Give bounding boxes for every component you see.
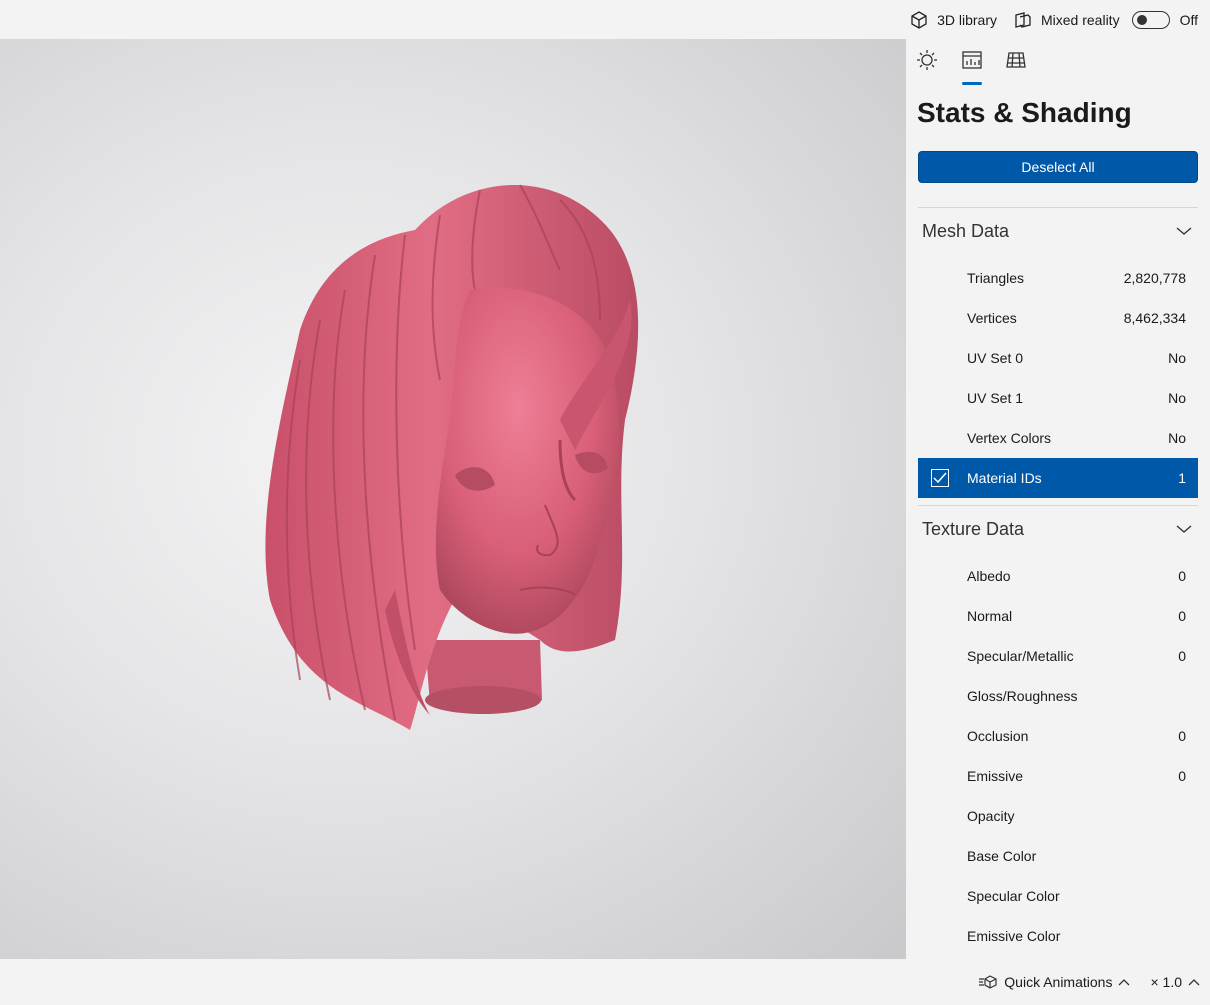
row-value: No [1168, 350, 1186, 366]
mixed-reality-toggle[interactable] [1131, 10, 1170, 29]
row-checkbox[interactable] [931, 469, 949, 487]
3d-library-label: 3D library [937, 11, 997, 28]
panel-title: Stats & Shading [917, 97, 1132, 128]
row-label: Triangles [967, 270, 1025, 286]
row-label: Specular Color [967, 888, 1060, 904]
mesh-stat-row[interactable]: Material IDs 1 [918, 458, 1198, 498]
speed-button[interactable]: × 1.0 [1140, 959, 1210, 1005]
row-label: Occlusion [967, 728, 1029, 744]
mixed-reality-button[interactable]: Mixed reality [1005, 0, 1128, 39]
texture-stat-row[interactable]: Normal 0 [918, 596, 1198, 636]
texture-stat-row[interactable]: Gloss/Roughness [918, 676, 1198, 716]
lighting-icon [917, 50, 937, 70]
row-checkbox[interactable] [931, 607, 949, 625]
row-value: 0 [1178, 648, 1186, 664]
row-checkbox[interactable] [931, 887, 949, 905]
stats-shading-panel: Stats & Shading Deselect All Mesh Data T… [906, 39, 1210, 959]
panel-tabs [906, 39, 1210, 87]
row-label: Opacity [967, 808, 1015, 824]
row-checkbox[interactable] [931, 429, 949, 447]
divider [918, 505, 1198, 506]
3d-library-button[interactable]: 3D library [901, 0, 1005, 39]
texture-stat-row[interactable]: Occlusion 0 [918, 716, 1198, 756]
tab-grid[interactable] [1004, 49, 1028, 83]
row-checkbox[interactable] [931, 727, 949, 745]
row-value: 1 [1178, 470, 1186, 486]
row-value: 0 [1178, 608, 1186, 624]
chevron-up-icon [1119, 979, 1130, 986]
deselect-all-button[interactable]: Deselect All [918, 151, 1198, 183]
texture-stat-row[interactable]: Base Color [918, 836, 1198, 876]
texture-stat-row[interactable]: Emissive 0 [918, 756, 1198, 796]
row-label: Material IDs [967, 470, 1042, 486]
texture-stat-row[interactable]: Albedo 0 [918, 556, 1198, 596]
row-label: Emissive Color [967, 928, 1061, 944]
3d-model-head[interactable] [0, 39, 906, 959]
row-checkbox[interactable] [931, 269, 949, 287]
bottom-bar: Quick Animations × 1.0 [0, 959, 1210, 1005]
row-checkbox[interactable] [931, 687, 949, 705]
row-label: Normal [967, 608, 1013, 624]
speed-label: × 1.0 [1150, 974, 1182, 990]
texture-stat-row[interactable]: Specular Color [918, 876, 1198, 916]
row-label: Gloss/Roughness [967, 688, 1078, 704]
animation-icon [979, 975, 997, 989]
toggle-state-label: Off [1179, 11, 1198, 28]
row-label: UV Set 0 [967, 350, 1024, 366]
chevron-down-icon [1176, 525, 1192, 533]
quick-animations-label: Quick Animations [1004, 974, 1113, 990]
mixed-reality-icon [1015, 11, 1031, 28]
checkmark-icon [933, 472, 947, 484]
texture-stat-row[interactable]: Opacity [918, 796, 1198, 836]
row-label: Specular/Metallic [967, 648, 1074, 664]
mesh-stat-row[interactable]: UV Set 1 No [918, 378, 1198, 418]
3d-viewport[interactable] [0, 39, 906, 959]
mesh-stat-row[interactable]: Vertices 8,462,334 [918, 298, 1198, 338]
row-value: 0 [1178, 728, 1186, 744]
row-value: No [1168, 390, 1186, 406]
row-value: No [1168, 430, 1186, 446]
mixed-reality-label: Mixed reality [1040, 11, 1120, 28]
cube-icon [911, 10, 927, 29]
mesh-data-title: Mesh Data [922, 220, 1010, 241]
chevron-up-icon [1188, 979, 1200, 986]
chevron-down-icon [1176, 227, 1192, 235]
row-checkbox[interactable] [931, 567, 949, 585]
texture-stat-row[interactable]: Emissive Color [918, 916, 1198, 956]
row-value: 0 [1178, 768, 1186, 784]
row-label: Albedo [967, 568, 1011, 584]
top-bar: 3D library Mixed reality Off [0, 0, 1210, 39]
row-checkbox[interactable] [931, 927, 949, 945]
tab-lighting[interactable] [915, 49, 939, 83]
mesh-stat-row[interactable]: UV Set 0 No [918, 338, 1198, 378]
row-checkbox[interactable] [931, 767, 949, 785]
tab-stats[interactable] [960, 49, 984, 85]
row-value: 8,462,334 [1123, 310, 1186, 326]
stats-icon [962, 51, 982, 69]
toggle-knob [1136, 14, 1147, 25]
row-checkbox[interactable] [931, 807, 949, 825]
row-label: Vertex Colors [967, 430, 1052, 446]
texture-data-header[interactable]: Texture Data [918, 507, 1198, 551]
row-label: Emissive [967, 768, 1024, 784]
texture-stat-row[interactable]: Specular/Metallic 0 [918, 636, 1198, 676]
row-checkbox[interactable] [931, 309, 949, 327]
row-checkbox[interactable] [931, 349, 949, 367]
mesh-stat-row[interactable]: Triangles 2,820,778 [918, 258, 1198, 298]
grid-icon [1006, 52, 1026, 68]
texture-data-title: Texture Data [922, 518, 1025, 539]
row-checkbox[interactable] [931, 647, 949, 665]
mesh-data-header[interactable]: Mesh Data [918, 209, 1198, 253]
row-checkbox[interactable] [931, 847, 949, 865]
row-label: Vertices [967, 310, 1017, 326]
row-label: UV Set 1 [967, 390, 1024, 406]
mesh-stat-row[interactable]: Vertex Colors No [918, 418, 1198, 458]
quick-animations-button[interactable]: Quick Animations [968, 959, 1140, 1005]
row-value: 0 [1178, 568, 1186, 584]
row-checkbox[interactable] [931, 389, 949, 407]
row-label: Base Color [967, 848, 1037, 864]
row-value: 2,820,778 [1123, 270, 1186, 286]
divider [918, 207, 1198, 208]
